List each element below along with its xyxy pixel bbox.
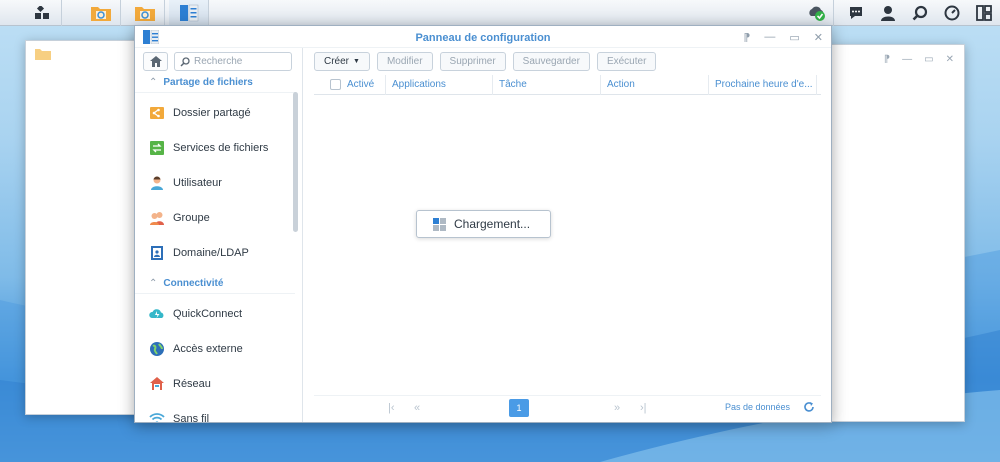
column-task[interactable]: Tâche [493,74,601,95]
resource-monitor-button[interactable] [936,0,968,26]
sidebar-item-file-services[interactable]: Services de fichiers [135,130,295,165]
refresh-icon[interactable] [803,401,815,413]
control-panel-icon [179,4,198,22]
home-icon [149,56,162,67]
save-button[interactable]: Sauvegarder [512,52,590,71]
cloud-check-icon [809,6,825,21]
run-button[interactable]: Exécuter [596,52,657,71]
control-panel-window: Panneau de configuration ⁋ — ▭ ✕ Recherc… [134,25,832,423]
chat-bubble-icon [850,7,862,19]
user-icon [151,175,163,190]
pagination-bar: |‹ « 1 » ›| Pas de données [314,395,821,419]
chevron-up-icon: ⌃ [149,77,158,88]
column-next-run-time[interactable]: Prochaine heure d'e... [709,74,817,95]
delete-button[interactable]: Supprimer [439,52,506,71]
close-icon[interactable]: ✕ [814,31,823,44]
sidebar-item-shared-folder[interactable]: Dossier partagé [135,95,295,130]
section-connectivity[interactable]: ⌃ Connectivité [135,274,295,294]
file-station-icon [35,49,51,60]
sidebar-item-domain-ldap[interactable]: Domaine/LDAP [135,235,295,270]
domain-ldap-icon [151,245,163,260]
sidebar-item-external-access[interactable]: Accès externe [135,331,295,366]
caret-down-icon: ▼ [353,58,360,65]
section-file-sharing[interactable]: ⌃ Partage de fichiers [135,73,295,93]
next-page-icon[interactable]: » [614,400,620,416]
create-button[interactable]: Créer ▼ [314,52,370,71]
background-window-right[interactable]: ⁋ — ▭ ✕ [830,44,965,422]
search-icon [912,5,928,21]
shared-folder-icon [150,106,164,119]
loading-indicator: Chargement... [416,210,551,238]
loading-icon [433,217,446,231]
main-menu-icon [34,6,49,19]
window-titlebar[interactable]: Panneau de configuration ⁋ — ▭ ✕ [135,26,831,48]
sidebar-item-network[interactable]: Réseau [135,366,295,401]
home-button[interactable] [143,52,168,71]
toolbar: Créer ▼ Modifier Supprimer Sauvegarder E… [314,52,657,71]
minimize-icon[interactable]: — [764,31,775,44]
first-page-icon[interactable]: |‹ [388,400,395,416]
network-icon [150,376,164,390]
pager-status: Pas de données [725,402,791,412]
cloud-status-button[interactable] [801,0,833,26]
grid-header: Activé Applications Tâche Action Prochai… [314,74,821,95]
window-title: Panneau de configuration [415,32,551,44]
help-icon[interactable]: ⁋ [743,31,750,44]
column-applications[interactable]: Applications [386,74,493,95]
search-icon [180,56,190,67]
user-icon [881,6,895,21]
help-icon[interactable]: ⁋ [884,54,890,65]
minimize-icon[interactable]: — [902,54,912,65]
user-menu-button[interactable] [872,0,904,26]
taskbar-app-control-panel[interactable] [169,0,209,26]
chevron-up-icon: ⌃ [149,278,158,289]
taskbar [0,0,1000,26]
column-enabled[interactable]: Activé [314,74,386,95]
file-station-icon [134,7,155,21]
maximize-icon[interactable]: ▭ [789,31,799,44]
sidebar: Recherche ⌃ Partage de fichiers Dossier … [135,48,303,422]
modify-button[interactable]: Modifier [376,52,433,71]
file-services-icon [150,140,164,155]
select-all-checkbox[interactable] [330,79,341,90]
close-icon[interactable]: ✕ [946,54,954,65]
quickconnect-icon [149,308,164,318]
search-input[interactable]: Recherche [174,52,292,71]
column-action[interactable]: Action [601,74,709,95]
taskbar-app-file-station-1[interactable] [81,0,121,26]
group-icon [150,211,164,225]
widgets-icon [976,5,992,21]
notifications-button[interactable] [840,0,872,26]
search-button[interactable] [904,0,936,26]
sidebar-item-group[interactable]: Groupe [135,200,295,235]
file-station-icon [90,7,111,21]
current-page-button[interactable]: 1 [509,399,529,417]
wireless-icon [149,412,165,422]
search-placeholder: Recherche [194,56,243,67]
content-panel: Créer ▼ Modifier Supprimer Sauvegarder E… [304,48,831,422]
last-page-icon[interactable]: ›| [640,400,647,416]
previous-page-icon[interactable]: « [414,400,420,416]
maximize-icon[interactable]: ▭ [924,54,933,65]
widgets-button[interactable] [968,0,1000,26]
sidebar-item-user[interactable]: Utilisateur [135,165,295,200]
sidebar-item-quickconnect[interactable]: QuickConnect [135,296,295,331]
main-menu-button[interactable] [22,0,62,26]
taskbar-app-file-station-2[interactable] [125,0,165,26]
sidebar-scrollbar[interactable] [293,92,298,232]
sidebar-item-wireless[interactable]: Sans fil [135,401,295,422]
gauge-icon [944,5,960,21]
external-access-icon [150,341,164,356]
